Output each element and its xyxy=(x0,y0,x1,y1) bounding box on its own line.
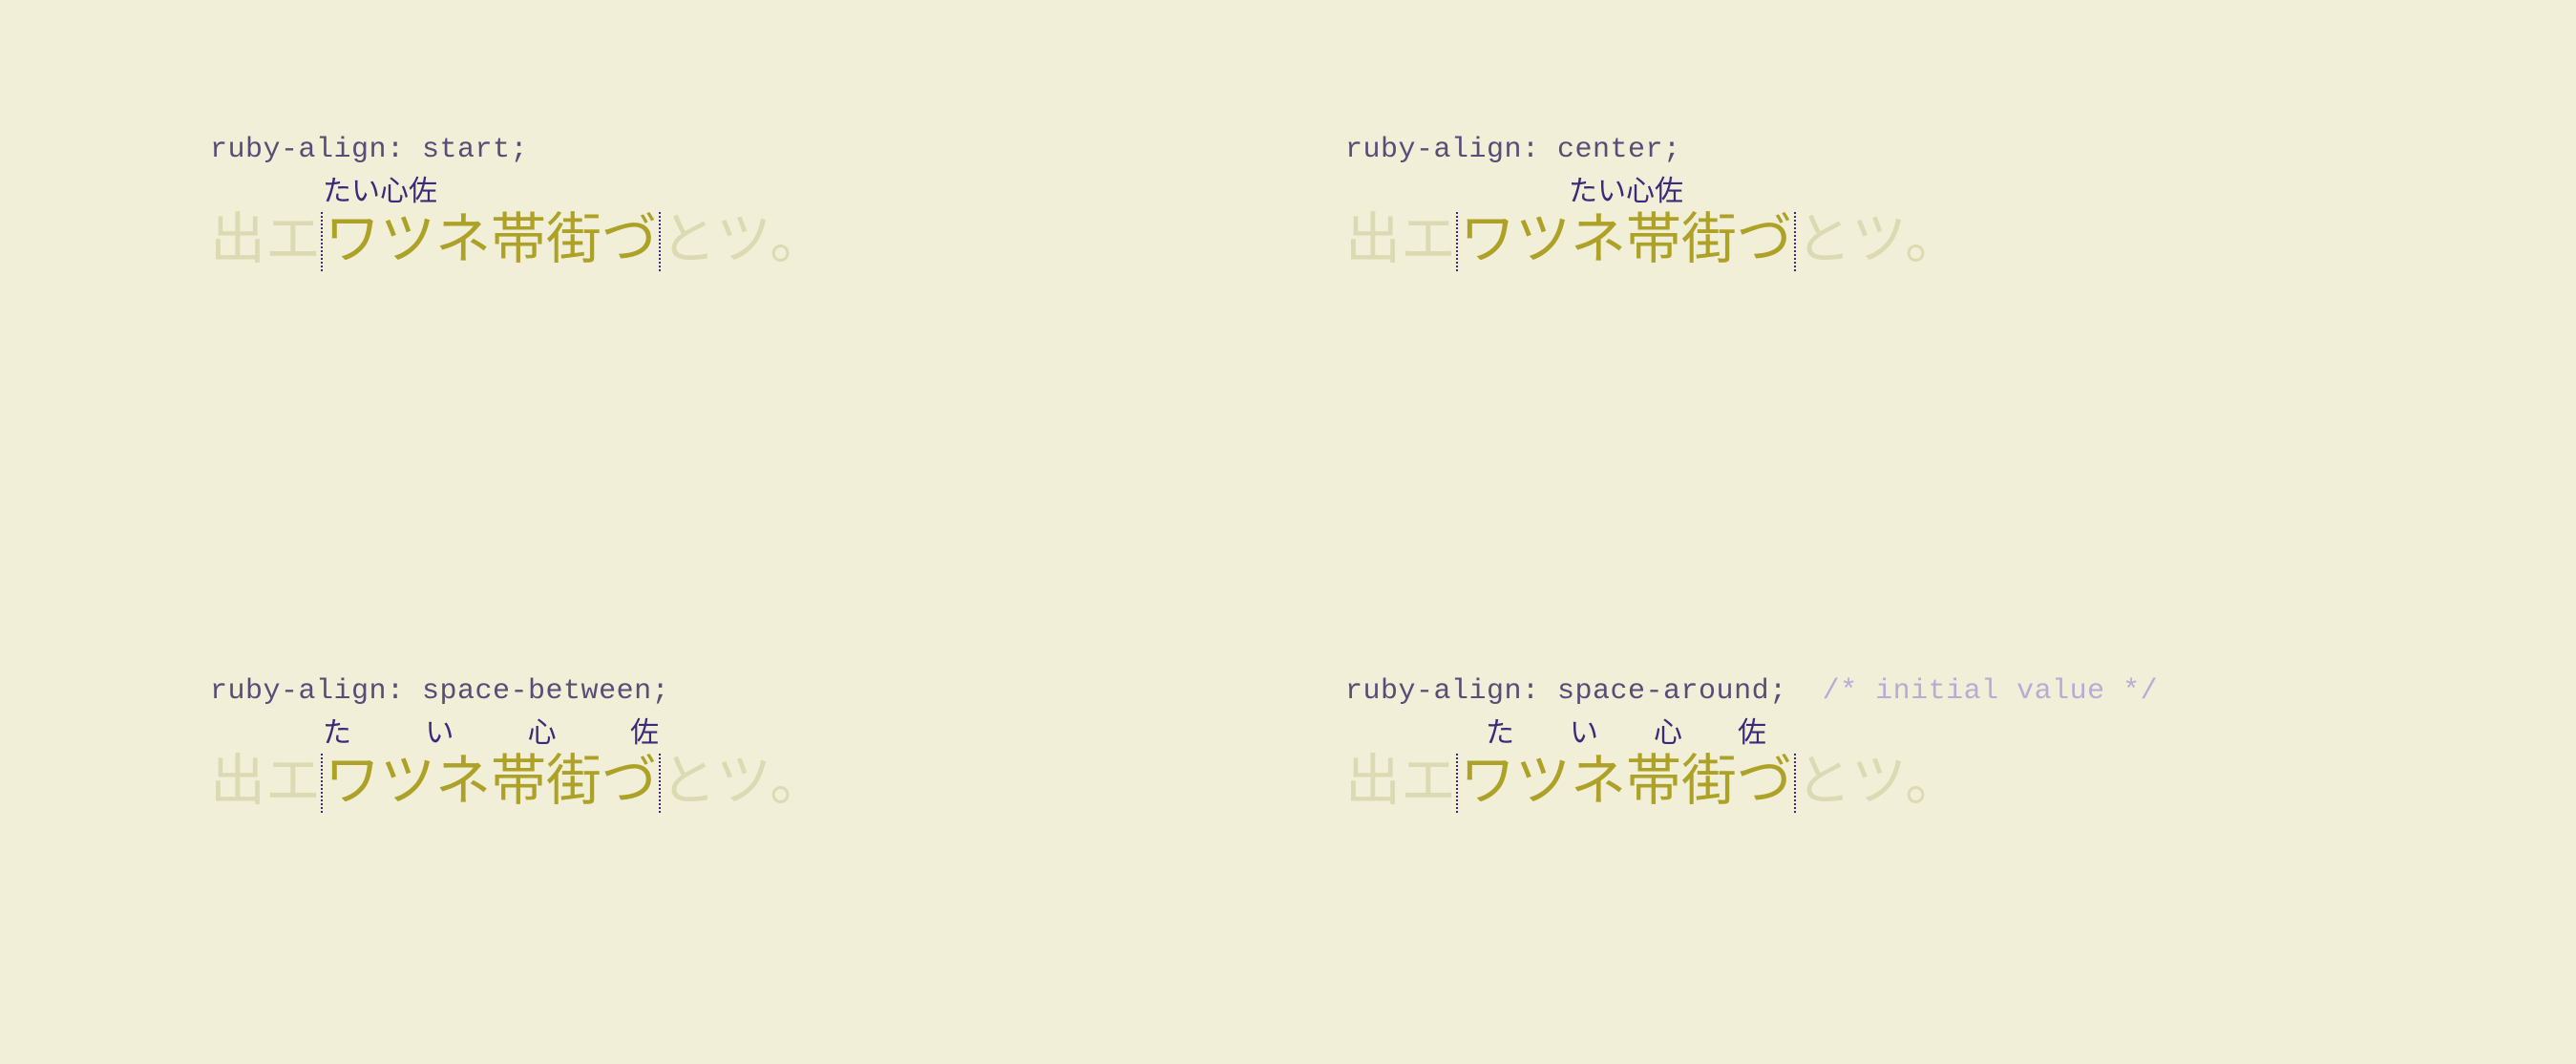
canvas: ruby-align: start; 出エたい心佐ワツネ帯街づとツ。 ruby-… xyxy=(0,0,2576,1064)
ruby-char: 佐 xyxy=(1738,719,1766,748)
ruby-annotation: たい心佐 xyxy=(1458,178,1794,206)
ruby-annotation: たい心佐 xyxy=(323,719,659,748)
sample-text: 出エたい心佐ワツネ帯街づとツ。 xyxy=(1345,754,2366,813)
example-space-between: ruby-align: space-between; 出エたい心佐ワツネ帯街づと… xyxy=(210,675,1231,1064)
code-label: ruby-align: space-around; /* initial val… xyxy=(1345,675,2366,708)
context-after: とツ。 xyxy=(1796,208,1960,270)
ruby-char: た xyxy=(1569,178,1597,206)
context-before: 出エ xyxy=(210,208,321,270)
ruby-annotation: たい心佐 xyxy=(1458,719,1794,748)
context-before: 出エ xyxy=(210,750,321,812)
ruby-char: 心 xyxy=(528,719,557,748)
context-before: 出エ xyxy=(1345,750,1456,812)
base-text: ワツネ帯街づ xyxy=(1460,208,1792,270)
example-space-around: ruby-align: space-around; /* initial val… xyxy=(1345,675,2366,1064)
sample-text: 出エたい心佐ワツネ帯街づとツ。 xyxy=(210,212,1231,271)
context-after: とツ。 xyxy=(661,750,825,812)
ruby-base: たい心佐ワツネ帯街づ xyxy=(1456,212,1796,271)
code-label: ruby-align: space-between; xyxy=(210,675,1231,708)
ruby-base: たい心佐ワツネ帯街づ xyxy=(321,754,661,813)
ruby-char: 佐 xyxy=(1655,178,1683,206)
code-text: ruby-align: space-around; xyxy=(1345,675,1787,708)
ruby-annotation: たい心佐 xyxy=(323,178,659,206)
code-label: ruby-align: center; xyxy=(1345,134,2366,166)
ruby-char: 心 xyxy=(1626,178,1655,206)
ruby-char: 佐 xyxy=(630,719,659,748)
code-label: ruby-align: start; xyxy=(210,134,1231,166)
base-text: ワツネ帯街づ xyxy=(325,750,657,812)
ruby-char: た xyxy=(323,178,351,206)
context-before: 出エ xyxy=(1345,208,1456,270)
ruby-char: 佐 xyxy=(409,178,437,206)
ruby-char: た xyxy=(1486,719,1514,748)
example-center: ruby-align: center; 出エたい心佐ワツネ帯街づとツ。 xyxy=(1345,134,2366,522)
base-text: ワツネ帯街づ xyxy=(325,208,657,270)
ruby-base: たい心佐ワツネ帯街づ xyxy=(321,212,661,271)
ruby-char: い xyxy=(1597,178,1626,206)
ruby-char: い xyxy=(351,178,380,206)
context-after: とツ。 xyxy=(1796,750,1960,812)
ruby-base: たい心佐ワツネ帯街づ xyxy=(1456,754,1796,813)
code-text: ruby-align: space-between; xyxy=(210,675,669,708)
code-text: ruby-align: start; xyxy=(210,134,528,166)
ruby-char: 心 xyxy=(1654,719,1682,748)
base-text: ワツネ帯街づ xyxy=(1460,750,1792,812)
ruby-char: い xyxy=(1570,719,1598,748)
ruby-char: た xyxy=(323,719,351,748)
sample-text: 出エたい心佐ワツネ帯街づとツ。 xyxy=(210,754,1231,813)
code-comment: /* initial value */ xyxy=(1787,675,2159,708)
ruby-char: 心 xyxy=(380,178,409,206)
example-start: ruby-align: start; 出エたい心佐ワツネ帯街づとツ。 xyxy=(210,134,1231,522)
code-text: ruby-align: center; xyxy=(1345,134,1681,166)
sample-text: 出エたい心佐ワツネ帯街づとツ。 xyxy=(1345,212,2366,271)
ruby-char: い xyxy=(425,719,454,748)
context-after: とツ。 xyxy=(661,208,825,270)
